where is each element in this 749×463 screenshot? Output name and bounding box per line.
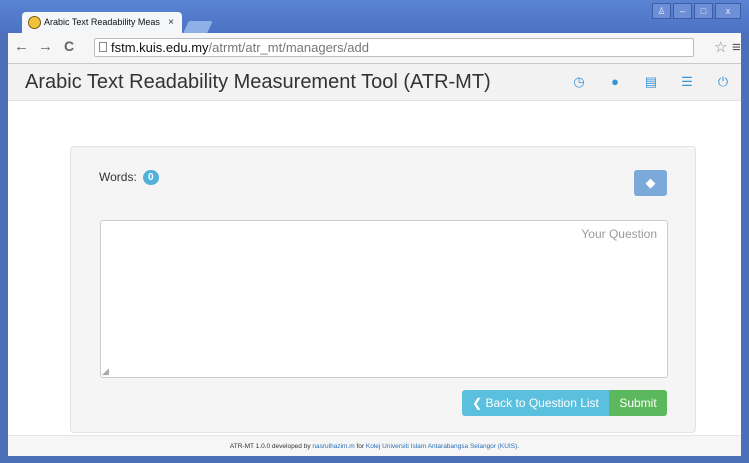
question-textarea[interactable] (100, 220, 668, 378)
word-counter: Words: 0 (99, 170, 159, 186)
app-navbar: Arabic Text Readability Measurement Tool… (8, 64, 741, 101)
new-tab-button[interactable] (183, 21, 213, 33)
bookmark-star-icon[interactable]: ☆ (714, 38, 727, 56)
back-to-question-list-button[interactable]: ❮ Back to Question List (462, 390, 609, 416)
forward-arrow-icon[interactable]: → (38, 38, 53, 55)
page-viewport: Arabic Text Readability Measurement Tool… (8, 64, 741, 456)
tag-button[interactable]: ◆ (634, 170, 667, 196)
maximize-button[interactable]: □ (694, 3, 713, 19)
author-link[interactable]: nasrulhazim.m (312, 443, 354, 450)
resize-grip-icon[interactable]: ◢ (102, 366, 109, 377)
browser-window: Arabic Text Readability Meas × ♙ – □ x ←… (0, 0, 749, 463)
profile-icon[interactable]: ♙ (652, 3, 671, 19)
page-icon (99, 42, 107, 52)
tag-icon: ◆ (645, 175, 656, 190)
tab-title: Arabic Text Readability Meas (44, 17, 160, 27)
footer-suffix: . (517, 443, 520, 450)
user-icon[interactable]: ● (597, 74, 633, 90)
reload-icon[interactable]: C (64, 38, 74, 54)
list-icon[interactable]: ☰ (669, 74, 705, 90)
tab-close-icon[interactable]: × (168, 12, 174, 33)
question-form-panel: Words: 0 ◆ ◢ ❮ Back to Question List Subm… (70, 146, 696, 433)
site-favicon-icon (28, 16, 41, 29)
browser-tab[interactable]: Arabic Text Readability Meas × (22, 12, 182, 33)
org-link[interactable]: Kolej Universiti Islam Antarabangsa Sela… (366, 443, 517, 450)
footer-middle: for (356, 443, 365, 450)
tab-strip: Arabic Text Readability Meas × ♙ – □ x (0, 0, 749, 33)
url-path: /atrmt/atr_mt/managers/add (208, 40, 369, 55)
back-arrow-icon[interactable]: ← (14, 38, 29, 55)
inbox-icon[interactable]: ▤ (633, 74, 669, 90)
submit-button[interactable]: Submit (609, 390, 667, 416)
browser-menu-icon[interactable]: ≡ (732, 39, 741, 56)
minimize-button[interactable]: – (673, 3, 692, 19)
url-host: fstm.kuis.edu.my (111, 40, 209, 55)
words-label: Words: (99, 170, 137, 184)
navbar-icons: ◷ ● ▤ ☰ ⏻ (561, 74, 741, 90)
page-footer: ATR-MT 1.0.0 developed by nasrulhazim.m … (8, 435, 741, 456)
power-icon[interactable]: ⏻ (705, 74, 741, 90)
window-controls: ♙ – □ x (652, 3, 741, 19)
browser-toolbar: ← → C fstm.kuis.edu.my/atrmt/atr_mt/mana… (8, 33, 741, 64)
app-title[interactable]: Arabic Text Readability Measurement Tool… (25, 71, 491, 94)
words-count-badge: 0 (142, 170, 159, 186)
address-bar[interactable]: fstm.kuis.edu.my/atrmt/atr_mt/managers/a… (94, 38, 694, 57)
dashboard-icon[interactable]: ◷ (561, 74, 597, 90)
close-window-button[interactable]: x (715, 3, 741, 19)
footer-prefix: ATR-MT 1.0.0 developed by (229, 443, 311, 450)
